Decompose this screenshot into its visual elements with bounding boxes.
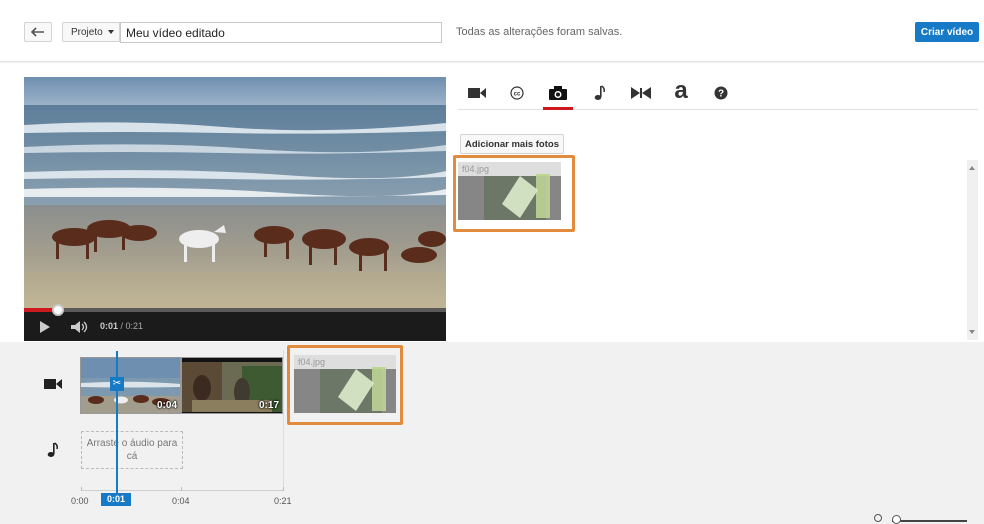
chevron-down-icon xyxy=(107,30,114,34)
video-time-display: 0:01 / 0:21 xyxy=(100,321,143,331)
save-status-text: Todas as alterações foram salvas. xyxy=(456,26,623,38)
timeline-axis xyxy=(81,490,284,491)
axis-tick xyxy=(81,487,82,491)
play-icon[interactable] xyxy=(40,321,50,333)
video-scrub-handle[interactable] xyxy=(51,304,64,316)
timeline-playhead[interactable] xyxy=(116,351,118,493)
timeline-clip-horses[interactable]: 0:04 xyxy=(80,357,181,414)
video-preview[interactable] xyxy=(24,77,446,341)
zoom-icon xyxy=(874,514,882,522)
video-editor: Projeto Todas as alterações foram salvas… xyxy=(0,0,984,524)
project-dropdown-label: Projeto xyxy=(71,26,103,38)
tab-transitions[interactable] xyxy=(626,80,656,106)
axis-label: 0:21 xyxy=(274,496,292,506)
svg-text:cc: cc xyxy=(514,92,521,98)
tab-audio[interactable] xyxy=(584,80,614,106)
timeline-divider xyxy=(283,350,284,490)
video-controls: 0:01 / 0:21 xyxy=(24,304,446,341)
timeline-clip-village[interactable]: 0:17 xyxy=(181,357,283,414)
camera-icon xyxy=(549,86,567,100)
svg-text:?: ? xyxy=(718,89,724,100)
tab-captions[interactable]: cc xyxy=(502,80,532,106)
gallery-scrollbar[interactable] xyxy=(967,160,978,340)
scroll-up-icon[interactable] xyxy=(969,166,975,170)
scroll-down-icon[interactable] xyxy=(969,330,975,334)
add-photos-button[interactable]: Adicionar mais fotos xyxy=(460,134,564,154)
timeline-zoom-control[interactable] xyxy=(872,514,972,524)
video-progress-bar[interactable] xyxy=(24,304,446,316)
playhead-time: 0:01 xyxy=(101,493,131,506)
total-duration: / 0:21 xyxy=(118,321,144,331)
top-bar: Projeto Todas as alterações foram salvas… xyxy=(0,0,984,62)
axis-label: 0:00 xyxy=(71,496,89,506)
timeline-photo-highlight xyxy=(287,345,403,425)
help-icon: ? xyxy=(714,86,728,100)
axis-tick xyxy=(181,487,182,491)
text-icon: a xyxy=(674,77,688,104)
undo-arrow-icon xyxy=(31,27,44,37)
video-camera-icon xyxy=(468,88,486,98)
create-video-button[interactable]: Criar vídeo xyxy=(915,22,979,42)
current-time: 0:01 xyxy=(100,321,119,331)
back-button[interactable] xyxy=(24,22,52,42)
tab-text[interactable]: a xyxy=(666,77,696,106)
tab-video[interactable] xyxy=(462,80,492,106)
scissors-icon[interactable]: ✂ xyxy=(110,377,124,391)
clip-duration: 0:17 xyxy=(258,400,279,411)
editor-tabs: cc a ? xyxy=(458,76,978,110)
zoom-slider-track[interactable] xyxy=(892,520,967,522)
clip-duration: 0:04 xyxy=(156,400,177,411)
video-title-input[interactable] xyxy=(120,22,442,43)
video-frame-image xyxy=(24,77,446,309)
volume-icon[interactable] xyxy=(70,320,90,334)
transition-icon xyxy=(631,87,651,99)
video-track-icon xyxy=(44,379,62,389)
tab-photos[interactable] xyxy=(543,80,573,110)
zoom-slider-handle[interactable] xyxy=(892,515,901,524)
project-dropdown[interactable]: Projeto xyxy=(62,22,120,42)
audio-track-icon xyxy=(47,442,58,457)
gallery-photo-highlight xyxy=(453,155,575,232)
tab-help[interactable]: ? xyxy=(706,80,736,106)
audio-drop-zone[interactable]: Arraste o áudio para cá xyxy=(81,431,183,469)
music-note-icon xyxy=(594,85,605,100)
axis-label: 0:04 xyxy=(172,496,190,506)
cc-icon: cc xyxy=(510,86,524,100)
axis-tick xyxy=(283,487,284,491)
